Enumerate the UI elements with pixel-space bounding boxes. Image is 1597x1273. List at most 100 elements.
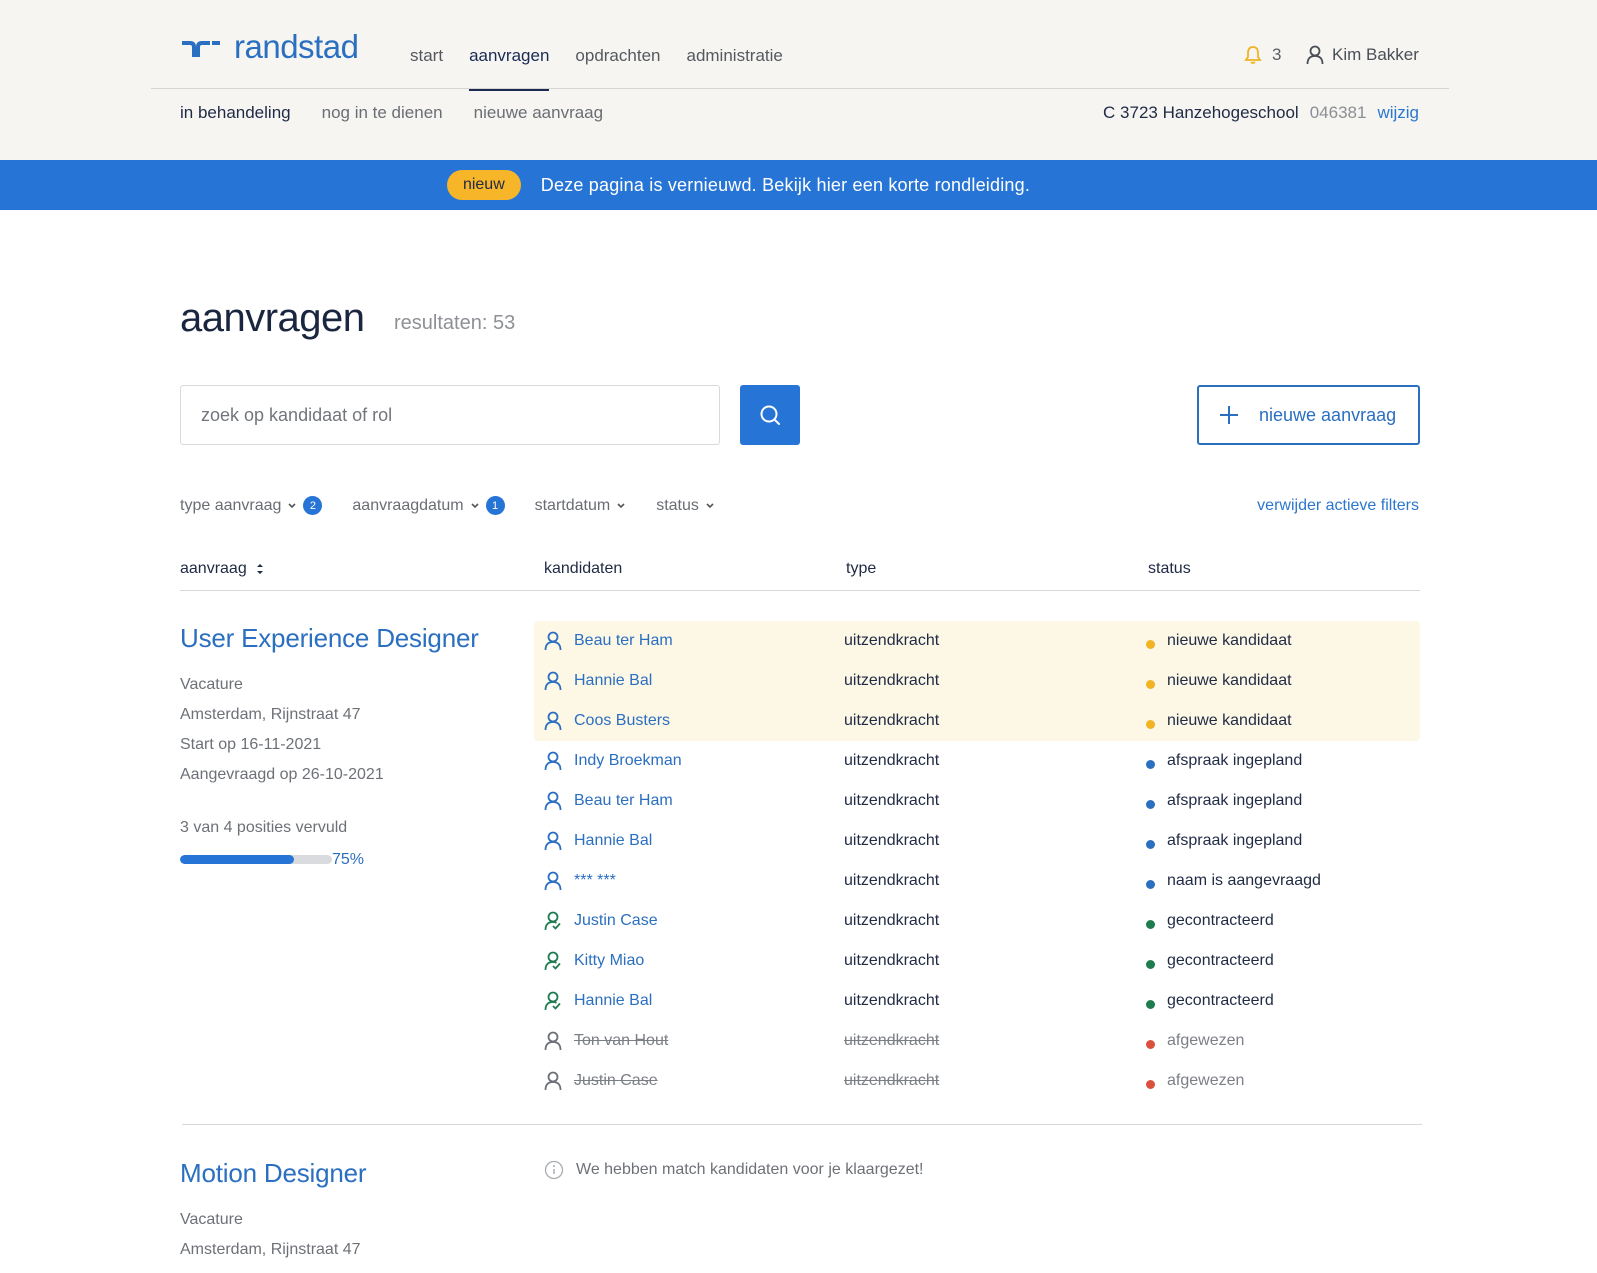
user-check-icon [544, 911, 561, 931]
candidate-type: uitzendkracht [844, 872, 940, 889]
filter-type-aanvraag[interactable]: type aanvraag 2 [180, 496, 323, 515]
nav-administratie[interactable]: administratie [686, 46, 782, 90]
candidate-row[interactable]: Indy Broekman uitzendkracht afspraak ingep… [544, 741, 1420, 781]
candidate-row[interactable]: Justin Case uitzendkracht gecontracteerd [544, 901, 1420, 941]
candidate-row[interactable]: Hannie Bal uitzendkracht afspraak ingeplan… [544, 821, 1420, 861]
candidate-row[interactable]: Hannie Bal uitzendkracht nieuwe kandidaat [544, 661, 1420, 701]
filter-bar: type aanvraag 2 aanvraagdatum 1 startdat… [180, 496, 715, 515]
candidate-type: uitzendkracht [844, 1072, 940, 1089]
candidate-row[interactable]: Hannie Bal uitzendkracht gecontracteerd [544, 981, 1420, 1021]
status-dot [1146, 759, 1155, 769]
candidate-cell: Justin Case [544, 1071, 844, 1091]
status-dot [1146, 919, 1155, 929]
match-info-text: We hebben match kandidaten voor je klaar… [576, 1161, 924, 1178]
candidate-type: uitzendkracht [844, 952, 940, 969]
top-header: randstad start aanvragen opdrachten admi… [0, 0, 1597, 160]
chevron-down-icon [617, 502, 625, 508]
column-label: type [846, 560, 877, 577]
user-icon [544, 1031, 562, 1051]
candidate-status: nieuwe kandidaat [1146, 632, 1292, 650]
filter-status[interactable]: status [656, 496, 715, 515]
randstad-logo[interactable]: randstad [180, 28, 359, 66]
candidate-type: uitzendkracht [844, 752, 940, 769]
subnav-in-behandeling[interactable]: in behandeling [180, 103, 291, 123]
nav-aanvragen[interactable]: aanvragen [469, 46, 550, 91]
request-title[interactable]: User Experience Designer [180, 623, 479, 654]
candidate-row[interactable]: Kitty Miao uitzendkracht gecontracteerd [544, 941, 1420, 981]
tour-banner[interactable]: nieuw Deze pagina is vernieuwd. Bekijk h… [0, 160, 1597, 210]
column-header-aanvraag[interactable]: aanvraag [180, 560, 265, 578]
search-button[interactable] [740, 385, 800, 445]
status-label: afspraak ingepland [1167, 792, 1303, 809]
change-client-link[interactable]: wijzig [1377, 103, 1419, 123]
filter-count-badge: 2 [303, 496, 323, 515]
candidate-row[interactable]: Coos Busters uitzendkracht nieuwe kandidaa… [544, 701, 1420, 741]
candidate-name[interactable]: Beau ter Ham [574, 632, 673, 650]
status-dot [1146, 1079, 1155, 1089]
candidate-row[interactable]: Beau ter Ham uitzendkracht nieuwe kandidaa… [544, 621, 1420, 661]
request-meta: Vacature Amsterdam, Rijnstraat 47 Start … [180, 670, 384, 790]
nav-opdrachten[interactable]: opdrachten [575, 46, 660, 90]
candidate-cell: Beau ter Ham [544, 631, 844, 651]
status-label: afspraak ingepland [1167, 752, 1303, 769]
new-request-label: nieuwe aanvraag [1259, 404, 1397, 425]
candidate-type: uitzendkracht [844, 712, 940, 729]
user-icon [544, 711, 562, 731]
bell-icon [1244, 46, 1262, 64]
request-title[interactable]: Motion Designer [180, 1158, 367, 1189]
status-dot [1146, 799, 1155, 809]
candidate-status: naam is aangevraagd [1146, 872, 1321, 890]
candidate-cell: *** *** [544, 871, 844, 891]
banner-text[interactable]: Deze pagina is vernieuwd. Bekijk hier ee… [541, 175, 1030, 196]
candidate-status: afspraak ingepland [1146, 752, 1302, 770]
search-input[interactable] [180, 385, 720, 445]
status-label: gecontracteerd [1167, 952, 1274, 969]
candidate-name[interactable]: Ton van Hout [574, 1032, 668, 1050]
column-label: status [1148, 560, 1191, 577]
status-label: gecontracteerd [1167, 912, 1274, 929]
subnav-nieuwe-aanvraag[interactable]: nieuwe aanvraag [474, 103, 603, 123]
candidate-row[interactable]: Justin Case uitzendkracht afgewezen [544, 1061, 1420, 1101]
filter-startdatum[interactable]: startdatum [535, 496, 627, 515]
chevron-down-icon [471, 502, 479, 508]
request-location: Amsterdam, Rijnstraat 47 [180, 706, 361, 723]
candidate-row[interactable]: Beau ter Ham uitzendkracht afspraak ingepl… [544, 781, 1420, 821]
candidate-name[interactable]: Justin Case [574, 912, 658, 930]
subnav-nog-in-te-dienen[interactable]: nog in te dienen [322, 103, 443, 123]
sub-nav: in behandeling nog in te dienen nieuwe a… [180, 103, 603, 123]
filter-aanvraagdatum[interactable]: aanvraagdatum 1 [352, 496, 505, 515]
user-menu[interactable]: Kim Bakker [1306, 45, 1419, 65]
notifications-button[interactable]: 3 [1244, 45, 1281, 65]
candidate-status: afgewezen [1146, 1032, 1244, 1050]
request-divider [182, 1124, 1422, 1125]
candidate-status: afspraak ingepland [1146, 832, 1302, 850]
candidate-type: uitzendkracht [844, 832, 940, 849]
candidate-name[interactable]: Kitty Miao [574, 952, 644, 970]
column-label: aanvraag [180, 560, 247, 577]
filter-label: startdatum [534, 496, 611, 514]
candidate-name[interactable]: Hannie Bal [574, 832, 652, 850]
candidate-row[interactable]: *** *** uitzendkracht naam is aangevraagd [544, 861, 1420, 901]
clear-filters-link[interactable]: verwijder actieve filters [1257, 497, 1419, 515]
candidate-name[interactable]: Hannie Bal [574, 672, 652, 690]
candidate-row[interactable]: Ton van Hout uitzendkracht afgewezen [544, 1021, 1420, 1061]
logo-text: randstad [234, 28, 359, 65]
filter-label: status [656, 496, 699, 514]
candidate-cell: Hannie Bal [544, 991, 844, 1011]
candidate-name[interactable]: Coos Busters [574, 712, 670, 730]
user-icon [544, 1071, 562, 1091]
candidate-name[interactable]: Beau ter Ham [574, 792, 673, 810]
candidate-name[interactable]: Hannie Bal [574, 992, 652, 1010]
candidate-type: uitzendkracht [844, 912, 940, 929]
header-divider [151, 88, 1449, 89]
new-request-button[interactable]: nieuwe aanvraag [1197, 385, 1420, 445]
request-kind: Vacature [180, 676, 243, 693]
candidate-name[interactable]: Justin Case [574, 1072, 658, 1090]
candidate-status: gecontracteerd [1146, 992, 1274, 1010]
user-icon [544, 791, 562, 811]
client-code: 046381 [1309, 103, 1367, 122]
client-name: C 3723 Hanzehogeschool [1103, 103, 1299, 122]
candidate-name[interactable]: Indy Broekman [574, 752, 682, 770]
nav-start[interactable]: start [410, 46, 443, 90]
candidate-name[interactable]: *** *** [574, 872, 616, 890]
